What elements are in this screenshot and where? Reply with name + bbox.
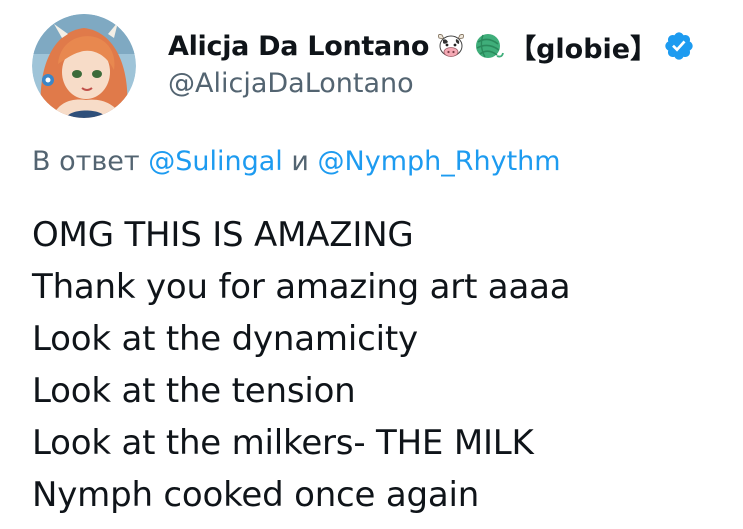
yarn-ball-icon: [473, 30, 505, 62]
tweet-line: OMG THIS IS AMAZING: [32, 215, 414, 255]
author-handle[interactable]: @AlicjaDaLontano: [168, 68, 414, 99]
avatar[interactable]: [32, 14, 136, 118]
author-display-name[interactable]: Alicja Da Lontano: [168, 31, 429, 62]
tweet-line: Look at the tension: [32, 371, 356, 411]
mention-link-nymph-rhythm[interactable]: @Nymph_Rhythm: [318, 146, 561, 177]
reply-context: В ответ @Sulingal и @Nymph_Rhythm: [32, 146, 561, 177]
reply-connector: и: [291, 146, 309, 177]
tweet-line: Thank you for amazing art aaaa: [32, 267, 571, 307]
tweet-line: Nymph cooked once again: [32, 475, 480, 515]
author-name-row[interactable]: Alicja Da Lontano 【globie】: [168, 28, 695, 65]
avatar-image: [32, 14, 136, 118]
author-name-suffix: 【globie】: [509, 33, 658, 65]
mention-link-sulingal[interactable]: @Sulingal: [148, 146, 283, 177]
tweet-text: OMG THIS IS AMAZING Thank you for amazin…: [32, 209, 732, 521]
tweet-line: Look at the dynamicity: [32, 319, 418, 359]
cow-face-icon: [435, 30, 467, 62]
reply-prefix: В ответ: [32, 146, 140, 177]
verified-badge-icon[interactable]: [663, 30, 695, 62]
tweet-line: Look at the milkers- THE MILK: [32, 423, 534, 463]
